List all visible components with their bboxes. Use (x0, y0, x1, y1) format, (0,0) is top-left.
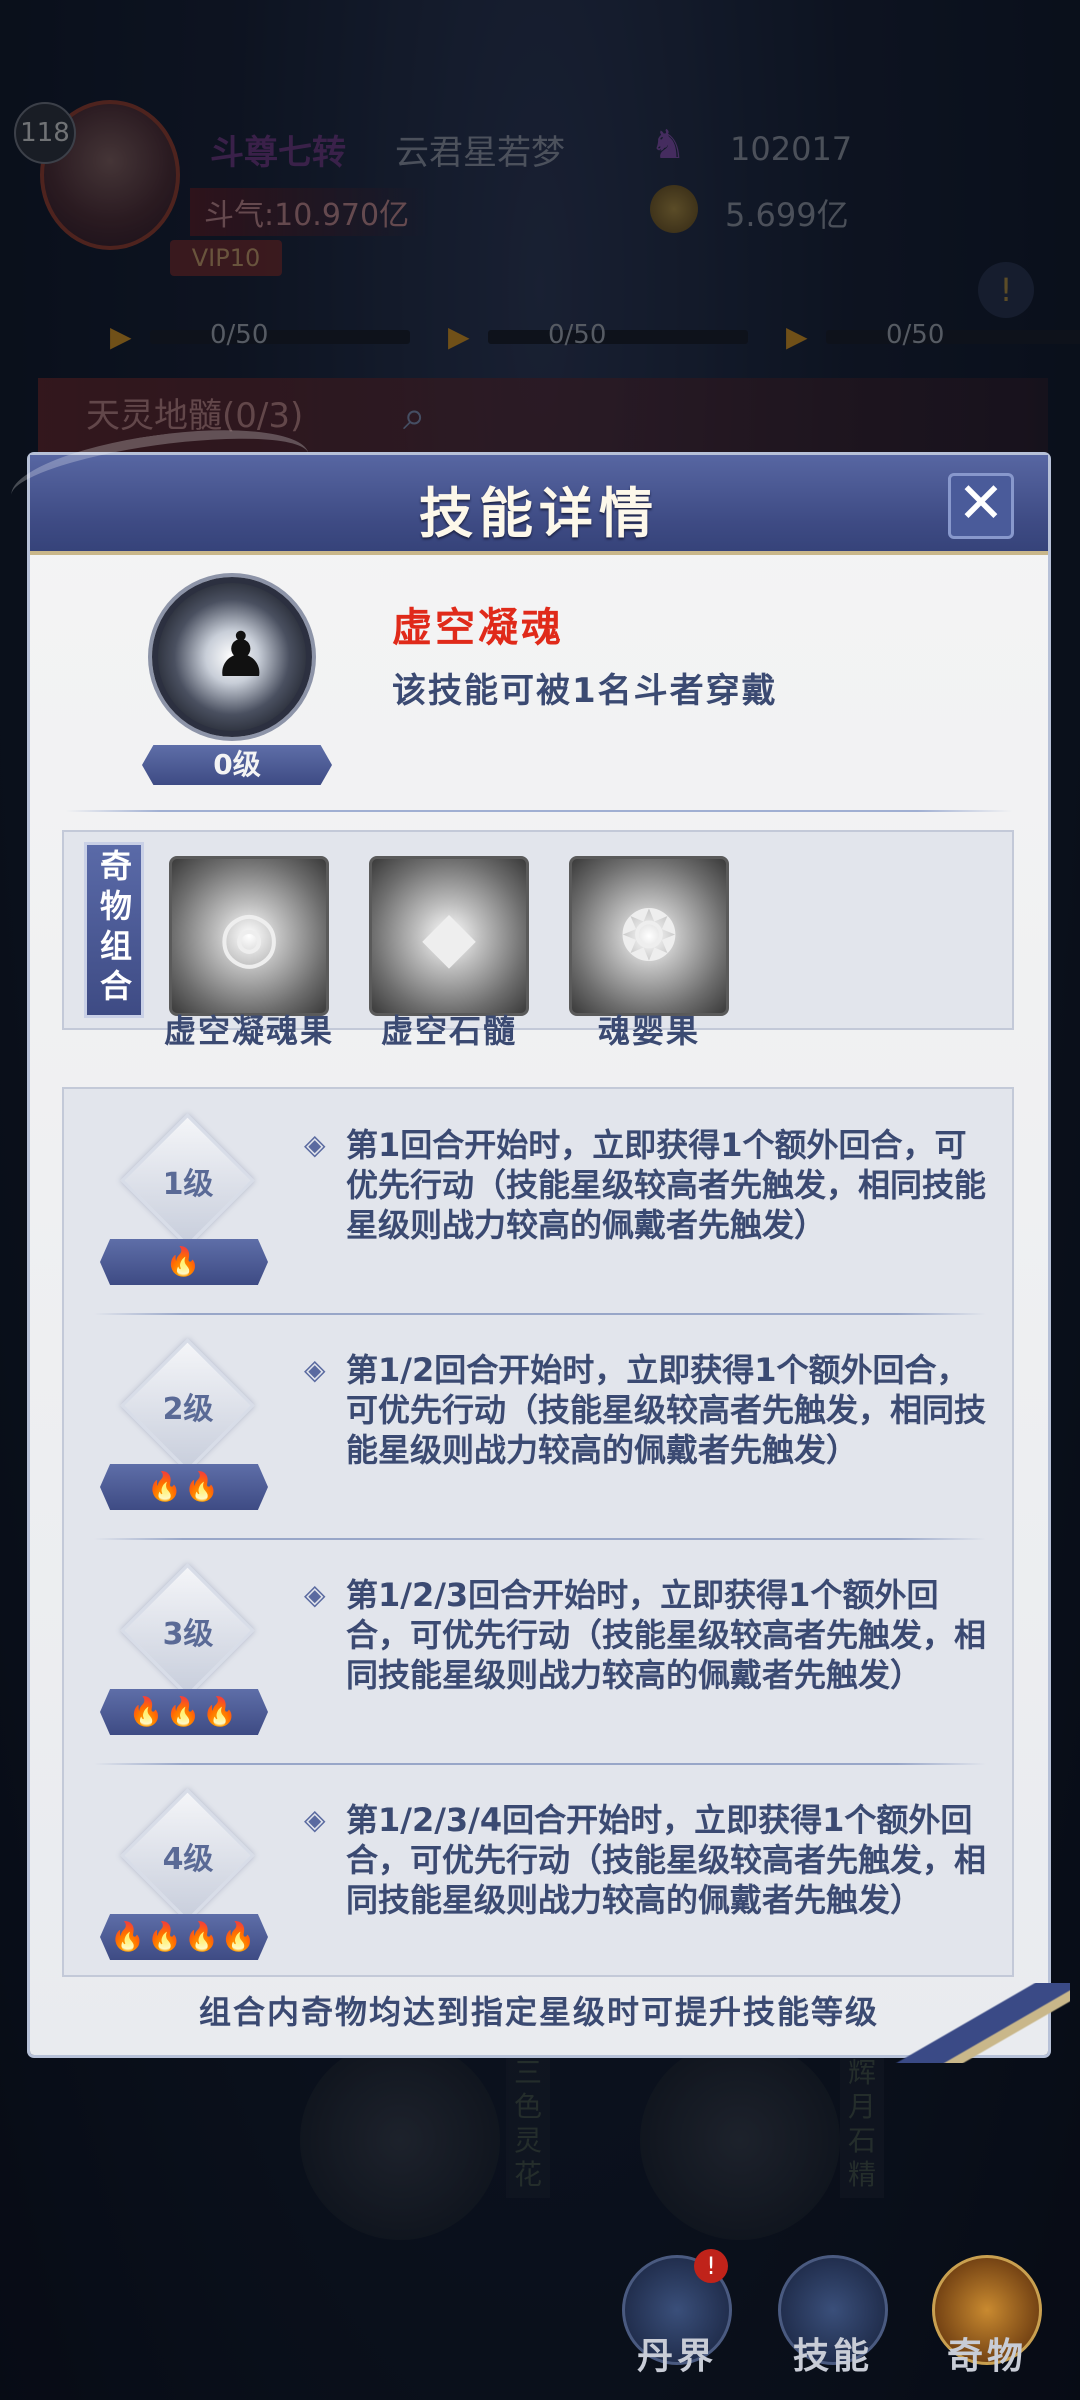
flame-rating: 🔥 (100, 1239, 268, 1285)
skill-description: 该技能可被1名斗者穿戴 (392, 671, 778, 711)
bullet-icon: ◈ (304, 1353, 326, 1386)
bullet-icon: ◈ (304, 1803, 326, 1836)
level-effect-text: ◈ 第1回合开始时，立即获得1个额外回合，可优先行动（技能星级较高者先触发，相同… (304, 1126, 987, 1244)
level-list: 1级 🔥 ◈ 第1回合开始时，立即获得1个额外回合，可优先行动（技能星级较高者先… (62, 1087, 1014, 1977)
skill-level: 0级 (142, 745, 332, 785)
level-row: 2级 🔥🔥 ◈ 第1/2回合开始时，立即获得1个额外回合，可优先行动（技能星级较… (64, 1314, 1016, 1539)
skill-name: 虚空凝魂 (392, 604, 564, 651)
modal-header: 技能详情 ✕ (30, 455, 1048, 555)
combo-tag: 奇物组合 (84, 842, 144, 1018)
treasure-combo: 奇物组合 ◎ 虚空凝魂果 ◆ 虚空石髓 ❂ 魂婴果 (62, 830, 1014, 1050)
level-effect-text: ◈ 第1/2回合开始时，立即获得1个额外回合，可优先行动（技能星级较高者先触发，… (304, 1351, 987, 1469)
combo-item-1[interactable]: ◎ 虚空凝魂果 (164, 856, 334, 1052)
combo-item-name: 虚空石髓 (380, 1012, 517, 1050)
level-diamond: 1级 (120, 1113, 255, 1249)
bullet-icon: ◈ (304, 1578, 326, 1611)
flame-rating: 🔥🔥 (100, 1464, 268, 1510)
flame-rating: 🔥🔥🔥 (100, 1689, 268, 1735)
bullet-icon: ◈ (304, 1128, 326, 1161)
close-button[interactable]: ✕ (948, 473, 1014, 539)
level-diamond: 3级 (120, 1563, 255, 1699)
decorative-corner (890, 1983, 1070, 2063)
level-diamond: 4级 (120, 1788, 255, 1924)
flame-rating: 🔥🔥🔥🔥 (100, 1914, 268, 1960)
nav-dan-realm[interactable]: ! 丹界 (612, 2249, 742, 2385)
skill-icon: ♟ (152, 577, 312, 737)
nav-treasures[interactable]: 奇物 (922, 2255, 1052, 2385)
level-row: 3级 🔥🔥🔥 ◈ 第1/2/3回合开始时，立即获得1个额外回合，可优先行动（技能… (64, 1539, 1016, 1764)
combo-item-2[interactable]: ◆ 虚空石髓 (364, 856, 534, 1052)
combo-item-name: 魂婴果 (597, 1012, 700, 1050)
crystal-icon: ◆ (369, 856, 529, 1016)
figure-icon: ♟ (213, 618, 269, 691)
notification-badge: ! (694, 2249, 728, 2283)
combo-item-name: 虚空凝魂果 (164, 1012, 335, 1050)
level-row: 1级 🔥 ◈ 第1回合开始时，立即获得1个额外回合，可优先行动（技能星级较高者先… (64, 1089, 1016, 1314)
skill-detail-modal: 技能详情 ✕ ♟ 0级 虚空凝魂 该技能可被1名斗者穿戴 奇物组合 ◎ 虚空凝魂… (30, 455, 1070, 2063)
close-icon: ✕ (957, 471, 1005, 536)
modal-title: 技能详情 (419, 481, 659, 545)
nav-skills[interactable]: 技能 (768, 2255, 898, 2385)
level-effect-text: ◈ 第1/2/3回合开始时，立即获得1个额外回合，可优先行动（技能星级较高者先触… (304, 1576, 987, 1694)
level-diamond: 2级 (120, 1338, 255, 1474)
level-effect-text: ◈ 第1/2/3/4回合开始时，立即获得1个额外回合，可优先行动（技能星级较高者… (304, 1801, 987, 1919)
fruit-icon: ❂ (569, 856, 729, 1016)
swirl-icon: ◎ (169, 856, 329, 1016)
divider (66, 810, 1012, 812)
combo-item-3[interactable]: ❂ 魂婴果 (564, 856, 734, 1052)
level-row: 4级 🔥🔥🔥🔥 ◈ 第1/2/3/4回合开始时，立即获得1个额外回合，可优先行动… (64, 1764, 1016, 1989)
